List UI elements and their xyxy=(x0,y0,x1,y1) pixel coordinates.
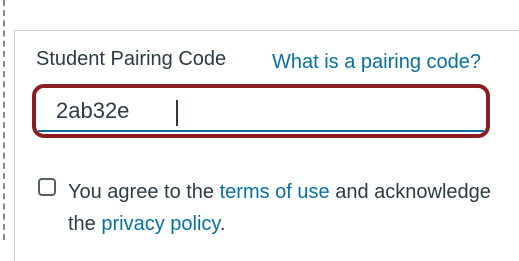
agree-prefix-text: You agree to the xyxy=(68,181,220,203)
dashed-border xyxy=(3,0,5,240)
signup-form-crop: Student Pairing Code What is a pairing c… xyxy=(0,0,519,261)
checkbox-unchecked-icon[interactable] xyxy=(38,178,56,196)
terms-of-use-link[interactable]: terms of use xyxy=(220,181,330,203)
privacy-policy-link[interactable]: privacy policy xyxy=(101,213,220,235)
agree-terms-text: You agree to the terms of use and acknow… xyxy=(68,176,508,240)
text-caret xyxy=(176,100,178,126)
pairing-code-field-highlight xyxy=(32,84,490,138)
pairing-code-label-row: Student Pairing Code What is a pairing c… xyxy=(36,48,506,74)
agree-terms-row: You agree to the terms of use and acknow… xyxy=(38,176,508,236)
pairing-code-input[interactable] xyxy=(56,96,456,126)
focus-underline xyxy=(38,130,484,132)
pairing-code-label: Student Pairing Code xyxy=(36,48,227,70)
agree-suffix-text: . xyxy=(219,213,226,235)
what-is-pairing-code-link[interactable]: What is a pairing code? xyxy=(272,51,481,74)
